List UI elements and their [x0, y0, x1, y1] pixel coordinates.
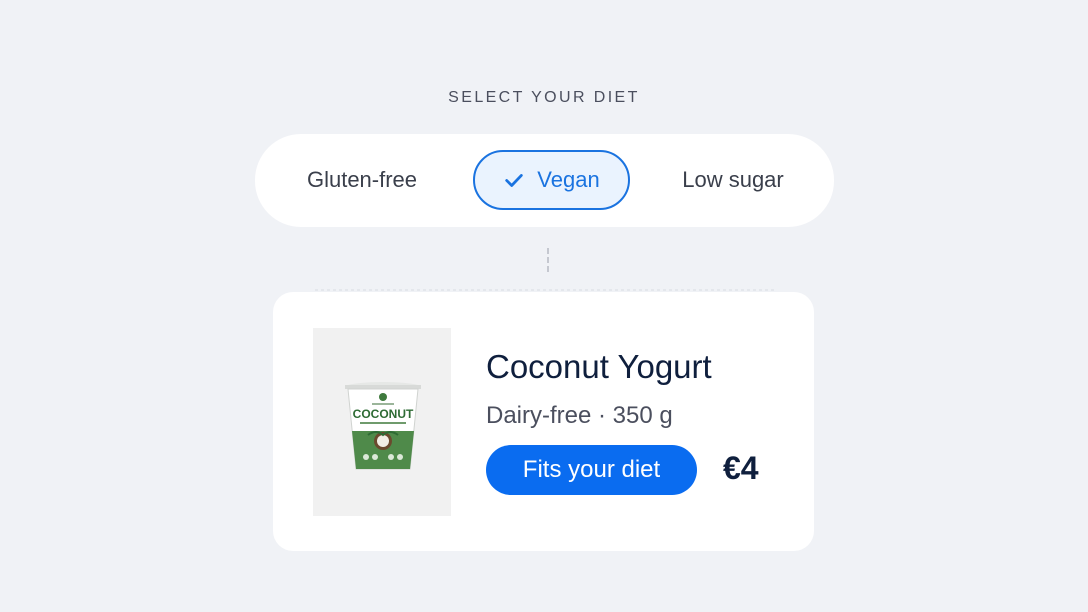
product-card[interactable]: COCONUT Coconut Yogurt Dairy-free · 350 …	[273, 292, 814, 551]
fits-diet-label: Fits your diet	[522, 456, 661, 483]
svg-text:COCONUT: COCONUT	[353, 407, 414, 421]
connector-line	[547, 248, 549, 272]
diet-selector-heading: SELECT YOUR DIET	[448, 89, 640, 106]
product-name: Coconut Yogurt	[486, 348, 712, 385]
diet-option-low-sugar[interactable]: Low sugar	[651, 150, 815, 210]
product-details: Dairy-free · 350 g	[486, 402, 673, 429]
product-price: €4	[723, 450, 759, 486]
diet-option-label: Vegan	[537, 167, 600, 192]
divider	[315, 289, 775, 291]
yogurt-cup-icon: COCONUT	[345, 382, 421, 470]
diet-option-label: Low sugar	[682, 167, 784, 192]
check-icon	[505, 174, 524, 187]
product-image: COCONUT	[313, 328, 451, 516]
diet-option-vegan[interactable]: Vegan	[473, 150, 630, 210]
diet-selector: Gluten-free Vegan Low sugar	[255, 134, 834, 227]
diet-option-gluten-free[interactable]: Gluten-free	[275, 150, 449, 210]
diet-option-label: Gluten-free	[306, 167, 418, 192]
fits-diet-badge[interactable]: Fits your diet	[486, 445, 697, 495]
